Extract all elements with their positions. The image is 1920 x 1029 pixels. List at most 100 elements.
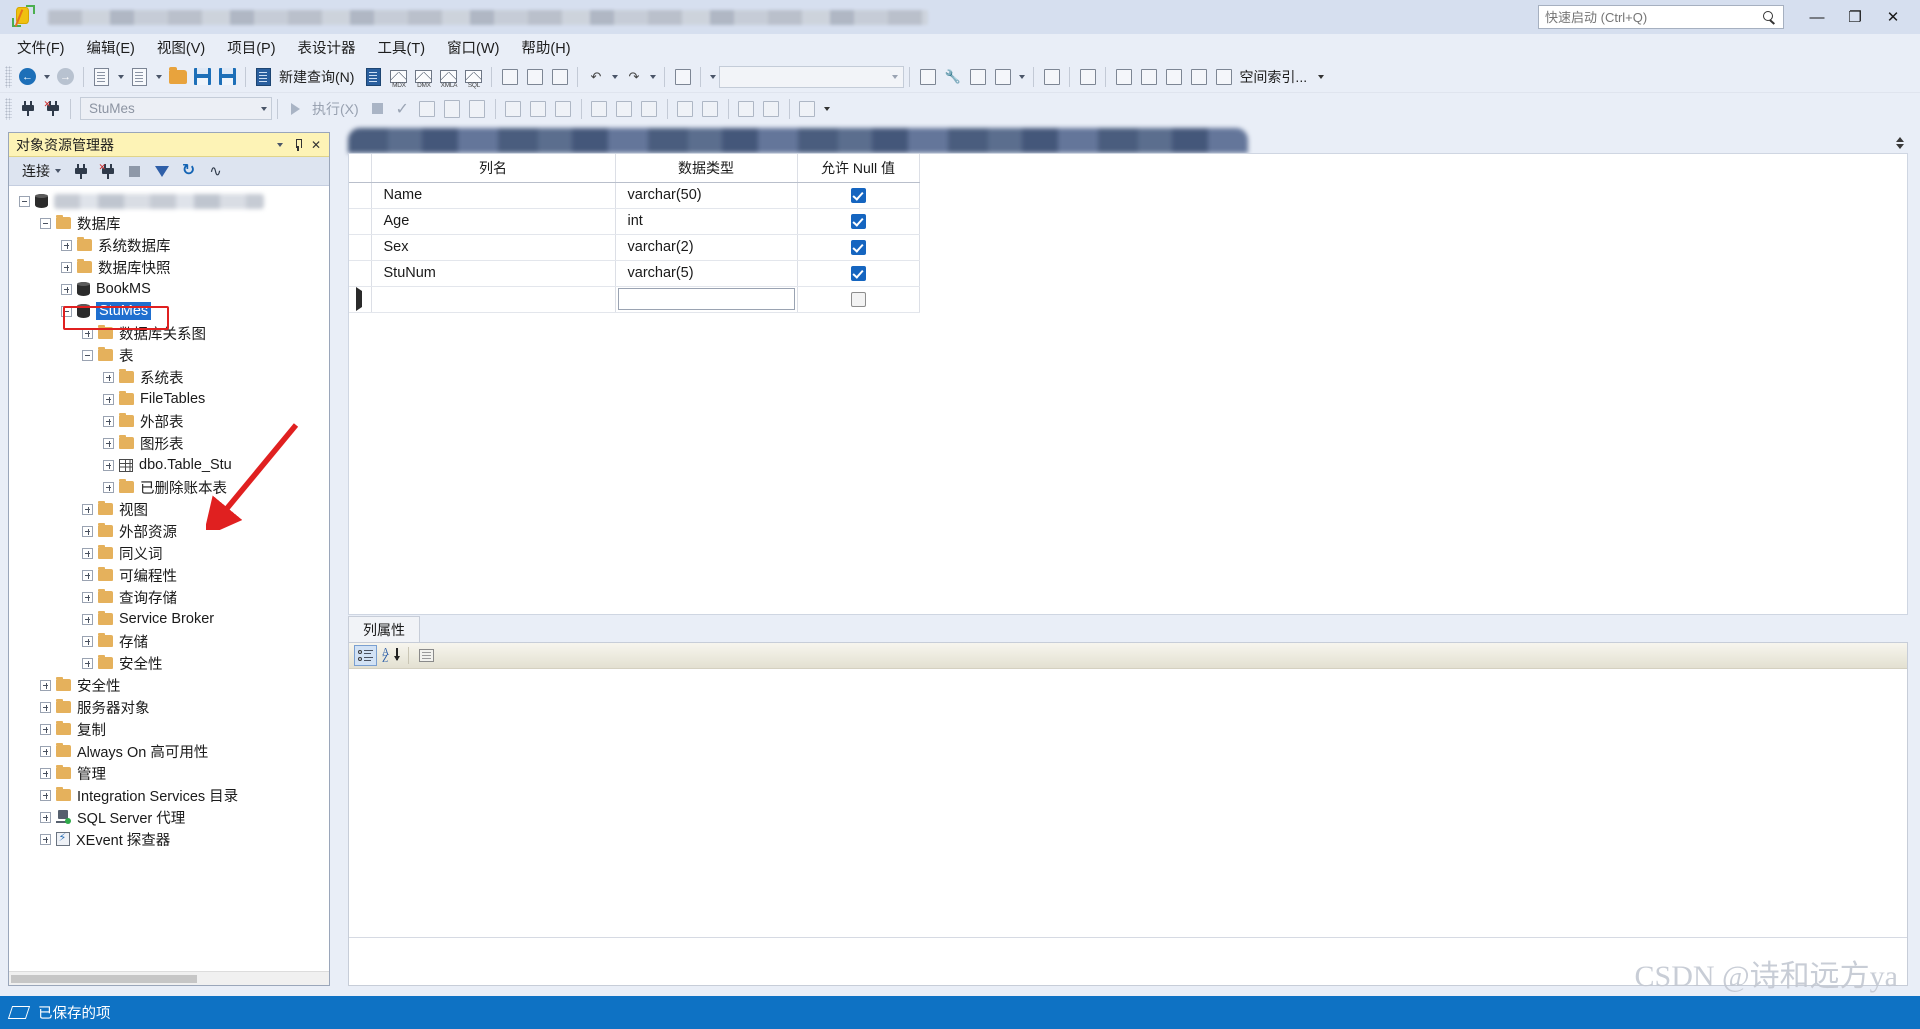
table-designer-grid[interactable]: 列名 数据类型 允许 Null 值 Name varchar(50) Age int S… xyxy=(348,153,1908,615)
tree-node[interactable]: 安全性 xyxy=(9,674,329,696)
expand-icon[interactable] xyxy=(82,635,93,647)
expand-icon[interactable] xyxy=(40,789,51,801)
property-pages-button[interactable] xyxy=(415,645,438,666)
tree-node[interactable]: Integration Services 目录 xyxy=(9,784,329,806)
panel-menu-button[interactable] xyxy=(271,136,289,154)
tree-node[interactable]: 数据库快照 xyxy=(9,256,329,278)
comment-button[interactable] xyxy=(673,97,698,121)
pin-panel-button[interactable] xyxy=(289,136,307,154)
menu-window[interactable]: 窗口(W) xyxy=(436,34,510,61)
find-combo[interactable] xyxy=(719,65,905,88)
table-row[interactable]: Name varchar(50) xyxy=(349,182,920,209)
save-all-button[interactable] xyxy=(215,65,240,89)
redo-button[interactable]: ↷ xyxy=(621,65,646,89)
cell-column-name[interactable] xyxy=(371,286,616,313)
expand-icon[interactable] xyxy=(82,613,93,625)
new-item-dropdown[interactable] xyxy=(152,65,165,89)
cut-button[interactable] xyxy=(497,65,522,89)
tab-scroll-buttons[interactable] xyxy=(1892,132,1908,154)
navigate-backward-button[interactable]: ← xyxy=(15,65,40,89)
cell-data-type[interactable]: varchar(5) xyxy=(615,260,798,287)
expand-icon[interactable] xyxy=(82,547,93,559)
tree-node[interactable]: 图形表 xyxy=(9,432,329,454)
close-button[interactable]: ✕ xyxy=(1874,4,1912,30)
connect-toolbar-button[interactable] xyxy=(15,97,40,121)
document-tab-blurred[interactable] xyxy=(348,128,1248,153)
alphabetical-sort-button[interactable]: AZ xyxy=(379,645,402,666)
new-project-button[interactable] xyxy=(89,65,114,89)
expand-icon[interactable] xyxy=(103,371,114,383)
cell-data-type[interactable]: varchar(2) xyxy=(615,234,798,261)
toolbar-grip[interactable] xyxy=(5,65,12,88)
table-row[interactable]: Sex varchar(2) xyxy=(349,234,920,261)
tree-node[interactable]: StuMes xyxy=(9,300,329,322)
expand-icon[interactable] xyxy=(82,327,93,339)
expand-icon[interactable] xyxy=(61,261,72,273)
toolbox-button[interactable] xyxy=(965,65,990,89)
toolbar2-overflow-button[interactable] xyxy=(820,106,834,111)
undo-dropdown[interactable] xyxy=(608,65,621,89)
decrease-indent-button[interactable] xyxy=(734,97,759,121)
oe-activity-monitor-button[interactable]: ∿ xyxy=(203,160,228,183)
object-explorer-dropdown[interactable] xyxy=(1015,65,1028,89)
quick-launch-box[interactable] xyxy=(1538,5,1784,29)
display-estimated-plan-button[interactable] xyxy=(415,97,440,121)
new-project-dropdown[interactable] xyxy=(114,65,127,89)
expand-icon[interactable] xyxy=(40,767,51,779)
expand-icon[interactable] xyxy=(103,437,114,449)
tree-node[interactable]: 安全性 xyxy=(9,652,329,674)
table-tool-4-button[interactable] xyxy=(1136,65,1161,89)
results-to-grid-button[interactable] xyxy=(612,97,637,121)
tree-node[interactable]: 系统表 xyxy=(9,366,329,388)
expand-icon[interactable] xyxy=(82,591,93,603)
expand-icon[interactable] xyxy=(40,701,51,713)
results-to-file-button[interactable] xyxy=(637,97,662,121)
categorized-view-button[interactable] xyxy=(354,645,377,666)
column-properties-grid[interactable] xyxy=(349,669,1907,937)
tree-node[interactable]: 存储 xyxy=(9,630,329,652)
intellisense-button[interactable] xyxy=(465,97,490,121)
row-selector-cell[interactable] xyxy=(349,208,372,235)
undo-button[interactable]: ↶ xyxy=(583,65,608,89)
oe-connect-button[interactable] xyxy=(68,160,93,183)
navigate-forward-button[interactable]: → xyxy=(53,65,78,89)
close-panel-button[interactable]: ✕ xyxy=(307,136,325,154)
cell-column-name[interactable]: Age xyxy=(371,208,616,235)
collapse-icon[interactable] xyxy=(61,305,72,317)
menu-project[interactable]: 项目(P) xyxy=(216,34,286,61)
query-options-button[interactable] xyxy=(440,97,465,121)
include-live-stats-button[interactable] xyxy=(526,97,551,121)
tree-node[interactable]: Always On 高可用性 xyxy=(9,740,329,762)
object-explorer-tree[interactable]: 数据库 系统数据库 数据库快照 BookMS StuMes 数据库关系图表系统表 FileT… xyxy=(9,186,329,971)
expand-icon[interactable] xyxy=(103,393,114,405)
data-type-editor[interactable] xyxy=(617,288,795,310)
cell-allow-null[interactable] xyxy=(797,286,920,313)
expand-icon[interactable] xyxy=(82,569,93,581)
include-client-stats-button[interactable] xyxy=(551,97,576,121)
new-query-label[interactable]: 新建查询(N) xyxy=(279,67,361,87)
collapse-icon[interactable] xyxy=(40,217,51,229)
uncomment-button[interactable] xyxy=(698,97,723,121)
tree-node[interactable]: Service Broker xyxy=(9,608,329,630)
quick-launch-input[interactable] xyxy=(1545,9,1762,25)
allow-null-checkbox[interactable] xyxy=(850,239,866,255)
table-row[interactable] xyxy=(349,286,920,313)
cell-column-name[interactable]: Name xyxy=(371,182,616,209)
collapse-icon[interactable] xyxy=(82,349,93,361)
cell-data-type[interactable]: int xyxy=(615,208,798,235)
connect-dropdown-button[interactable]: 连接 xyxy=(17,158,66,184)
cell-column-name[interactable]: Sex xyxy=(371,234,616,261)
include-actual-plan-button[interactable] xyxy=(501,97,526,121)
new-query-icon-button[interactable] xyxy=(251,65,276,89)
expand-icon[interactable] xyxy=(103,481,114,493)
oe-stop-button[interactable] xyxy=(122,160,147,183)
expand-icon[interactable] xyxy=(40,723,51,735)
expand-icon[interactable] xyxy=(103,459,114,471)
expand-icon[interactable] xyxy=(82,657,93,669)
paste-button[interactable] xyxy=(547,65,572,89)
collapse-icon[interactable] xyxy=(19,195,30,207)
table-tool-3-button[interactable] xyxy=(1111,65,1136,89)
new-xmla-query-button[interactable]: XMLA xyxy=(436,65,461,89)
object-explorer-button[interactable] xyxy=(990,65,1015,89)
execute-label[interactable]: 执行(X) xyxy=(312,99,365,119)
